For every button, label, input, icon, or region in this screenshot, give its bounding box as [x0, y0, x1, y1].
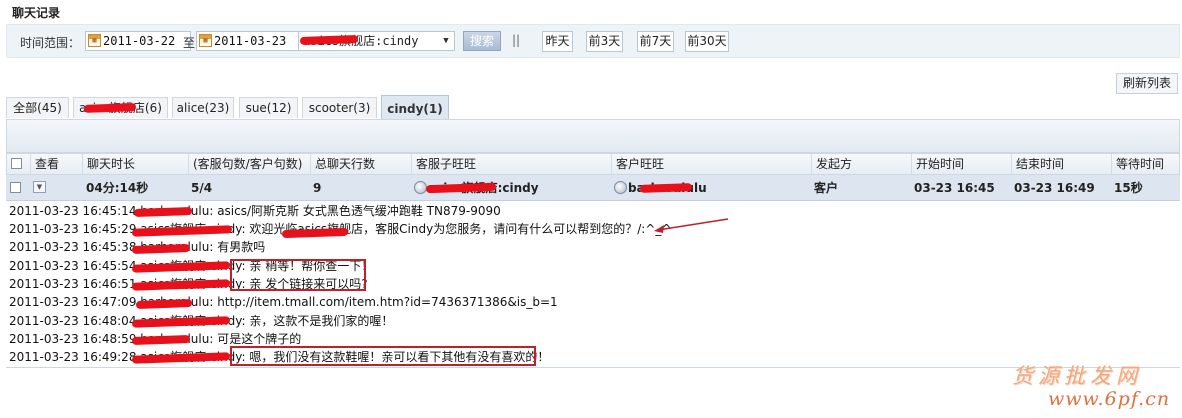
to-label: 至 — [183, 36, 196, 50]
cell-start-time: 03-23 16:45 — [914, 181, 995, 195]
wangwang-icon — [614, 181, 627, 194]
cell-initiator: 客户 — [814, 181, 839, 195]
refresh-list-button[interactable]: 刷新列表 — [1116, 73, 1178, 94]
last-3-days-button[interactable]: 前3天 — [586, 31, 623, 52]
last-30-days-button[interactable]: 前30天 — [685, 31, 729, 52]
watermark: 货源批发网 www.6pf.cn — [1012, 360, 1178, 414]
tab-sue[interactable]: sue(12) — [239, 97, 298, 118]
last-7-days-button[interactable]: 前7天 — [637, 31, 674, 52]
chat-message: 亲，这款不是我们家的喔！ — [249, 314, 394, 328]
chat-timestamp: 2011-03-23 16:47:09 — [9, 295, 137, 309]
cell-duration: 04分:14秒 — [86, 181, 149, 195]
col-agent-ww: 客服子旺旺 — [411, 154, 611, 175]
annotation-arrow-icon — [654, 218, 729, 233]
chevron-down-icon[interactable]: ▼ — [438, 32, 454, 50]
tab-scooter[interactable]: scooter(3) — [302, 97, 377, 118]
search-button[interactable]: 搜索 — [463, 31, 501, 51]
grid-toolbar — [6, 119, 1180, 153]
chat-timestamp: 2011-03-23 16:45:14 — [9, 204, 137, 218]
chat-timestamp: 2011-03-23 16:49:28 — [9, 350, 137, 364]
chat-timestamp: 2011-03-23 16:45:29 — [9, 222, 137, 236]
chat-line: 2011-03-23 16:45:14 barbaralulu: asics/阿… — [9, 202, 501, 220]
tab-alice[interactable]: alice(23) — [172, 97, 234, 118]
table-row[interactable]: ▼ 04分:14秒 5/4 9 asics旗舰店:cindy barbaralu… — [6, 175, 1180, 201]
chat-message: 可是这个牌子的 — [217, 332, 302, 346]
table-header: 查看 聊天时长 (客服句数/客户句数) 总聊天行数 客服子旺旺 客户旺旺 发起方… — [6, 153, 1180, 175]
separator: || — [512, 33, 521, 47]
annotation-box — [230, 259, 366, 291]
col-customer-ww: 客户旺旺 — [611, 154, 811, 175]
chat-timestamp: 2011-03-23 16:48:04 — [9, 314, 137, 328]
cell-lines: 9 — [313, 181, 322, 195]
filter-bar: 时间范围： ▦ 2011-03-22 至 ▦ 2011-03-23 asics旗… — [6, 24, 1180, 58]
chevron-down-icon[interactable]: ▼ — [33, 181, 46, 193]
col-wait-time: 等待时间 — [1111, 154, 1181, 175]
tab-all[interactable]: 全部(45) — [6, 97, 69, 118]
chat-timestamp: 2011-03-23 16:48:59 — [9, 332, 137, 346]
tab-cindy[interactable]: cindy(1) — [381, 95, 449, 120]
cell-ratio: 5/4 — [191, 181, 213, 195]
calendar-icon[interactable]: ▦ — [88, 34, 101, 47]
page-title: 聊天记录 — [12, 6, 61, 20]
select-all-checkbox[interactable] — [11, 158, 22, 169]
col-view: 查看 — [30, 154, 80, 175]
time-range-label: 时间范围： — [20, 36, 81, 50]
watermark-url: www.6pf.cn — [1048, 388, 1171, 410]
chat-message: http://item.tmall.com/item.htm?id=743637… — [217, 295, 558, 309]
row-checkbox[interactable] — [10, 182, 21, 193]
chat-timestamp: 2011-03-23 16:45:54 — [9, 259, 137, 273]
col-start-time: 开始时间 — [911, 154, 1011, 175]
col-duration: 聊天时长 — [82, 154, 188, 175]
date-from-value: 2011-03-22 — [103, 34, 176, 48]
col-initiator: 发起方 — [811, 154, 911, 175]
col-lines: 总聊天行数 — [310, 154, 411, 175]
chat-message: 有男款吗 — [217, 240, 266, 254]
cell-wait-time: 15秒 — [1114, 181, 1143, 195]
chat-message: asics/阿斯克斯 女式黑色透气缓冲跑鞋 TN879-9090 — [217, 204, 501, 218]
yesterday-button[interactable]: 昨天 — [542, 31, 573, 52]
cell-end-time: 03-23 16:49 — [1014, 181, 1095, 195]
chat-line: 2011-03-23 16:47:09 barbaralulu: http://… — [9, 293, 558, 311]
col-ratio: (客服句数/客户句数) — [188, 154, 310, 175]
chat-timestamp: 2011-03-23 16:46:51 — [9, 277, 137, 291]
date-from-field[interactable]: ▦ 2011-03-22 — [85, 31, 191, 51]
watermark-title: 货源批发网 — [1012, 364, 1142, 388]
col-end-time: 结束时间 — [1011, 154, 1111, 175]
chat-timestamp: 2011-03-23 16:45:38 — [9, 240, 137, 254]
annotation-box — [230, 346, 536, 366]
date-to-value: 2011-03-23 — [214, 34, 287, 48]
date-to-field[interactable]: ▦ 2011-03-23 — [196, 31, 302, 51]
calendar-icon[interactable]: ▦ — [199, 34, 212, 47]
